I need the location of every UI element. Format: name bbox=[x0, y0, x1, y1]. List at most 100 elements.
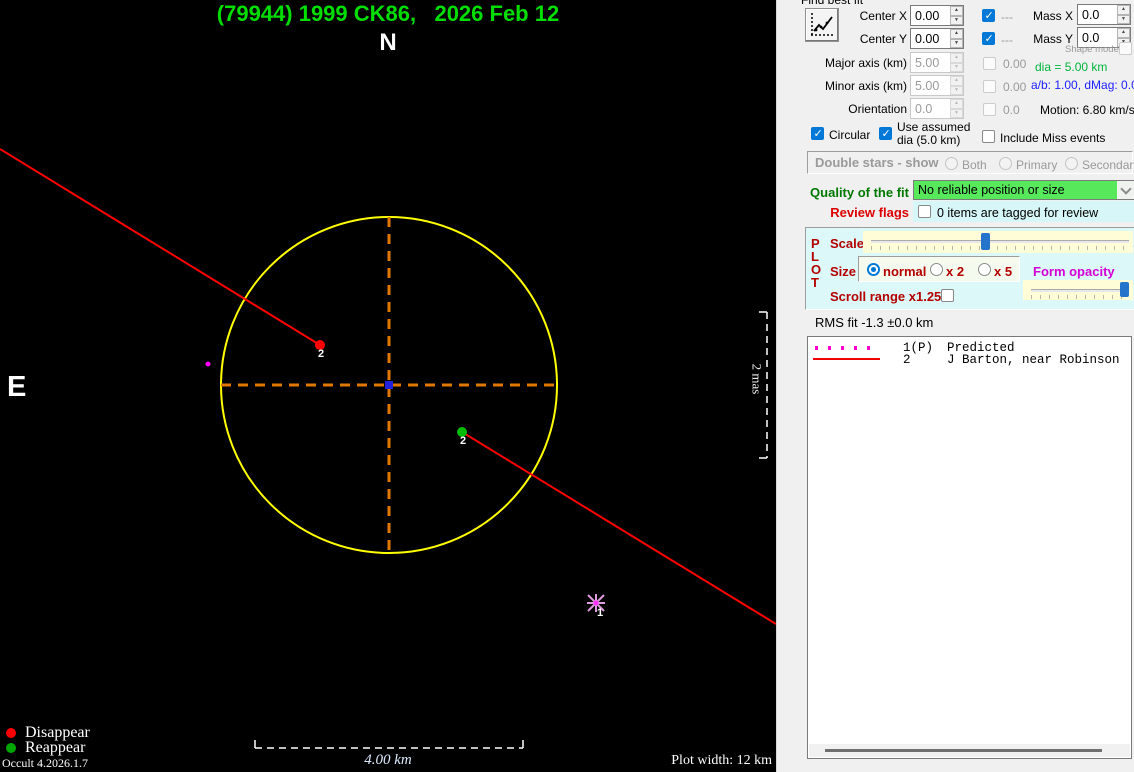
size-x2-label: x 2 bbox=[946, 264, 965, 279]
east-label: E bbox=[7, 371, 27, 403]
size-label: Size bbox=[830, 264, 857, 279]
disappear-point-label: 2 bbox=[318, 348, 325, 360]
km-scale-bar bbox=[254, 740, 524, 749]
center-x-spinner[interactable]: 0.00 ▲ ▼ bbox=[910, 5, 964, 26]
predicted-star-center bbox=[593, 600, 599, 606]
size-normal-radio[interactable] bbox=[867, 263, 880, 276]
major-axis-label: Major axis (km) bbox=[824, 56, 907, 70]
minor-axis-spinner: 5.00 ▲ ▼ bbox=[910, 75, 964, 96]
reappear-point-label: 2 bbox=[460, 435, 467, 447]
review-flags-text: 0 items are tagged for review bbox=[937, 206, 1099, 220]
center-y-label: Center Y bbox=[859, 32, 907, 46]
center-x-dash: --- bbox=[1001, 10, 1013, 24]
chord-line-egress bbox=[461, 431, 776, 625]
center-y-dash: --- bbox=[1001, 33, 1013, 47]
observation-number: 2 bbox=[903, 353, 911, 367]
double-stars-both-label: Both bbox=[962, 158, 987, 172]
shape-model-checkbox[interactable] bbox=[1119, 42, 1132, 55]
spin-up-button[interactable]: ▲ bbox=[1117, 28, 1130, 38]
spin-up-button[interactable]: ▲ bbox=[950, 6, 963, 16]
rms-fit-label: RMS fit -1.3 ±0.0 km bbox=[815, 315, 934, 330]
circular-checkbox[interactable] bbox=[811, 127, 824, 140]
spin-down-button[interactable]: ▼ bbox=[1117, 14, 1130, 24]
minor-axis-value: 5.00 bbox=[915, 79, 940, 93]
plot-title: (79944) 1999 CK86, 2026 Feb 12 bbox=[216, 1, 560, 26]
dia-note: dia = 5.00 km bbox=[1035, 60, 1108, 74]
center-x-checkbox[interactable] bbox=[982, 9, 995, 22]
chord-line-ingress bbox=[0, 148, 321, 346]
use-assumed-dia-checkbox[interactable] bbox=[879, 127, 892, 140]
disappear-dot-icon bbox=[6, 727, 16, 738]
plot-legend: Disappear Reappear bbox=[6, 724, 90, 756]
spin-up-button[interactable]: ▲ bbox=[1117, 5, 1130, 15]
mas-scale-label: 2 mas bbox=[749, 363, 765, 395]
form-opacity-slider-thumb[interactable] bbox=[1120, 282, 1129, 297]
spin-down-button[interactable]: ▼ bbox=[950, 38, 963, 48]
plot-graphics bbox=[0, 148, 776, 749]
size-x5-label: x 5 bbox=[994, 264, 1013, 279]
orientation-aux: 0.0 bbox=[1003, 103, 1020, 117]
observation-name: J Barton, near Robinson bbox=[947, 353, 1120, 367]
double-stars-secondary-label: Secondary bbox=[1082, 158, 1134, 172]
quality-of-fit-value: No reliable position or size bbox=[918, 183, 1065, 197]
ab-note: a/b: 1.00, dMag: 0.00 bbox=[1031, 78, 1134, 92]
quality-of-fit-dropdown[interactable]: No reliable position or size bbox=[913, 180, 1134, 200]
form-opacity-slider[interactable] bbox=[1023, 280, 1133, 300]
orientation-checkbox bbox=[983, 103, 996, 116]
spin-up-button[interactable]: ▲ bbox=[950, 29, 963, 39]
center-y-value[interactable]: 0.00 bbox=[915, 32, 939, 46]
find-best-fit-label: Find best fit bbox=[801, 0, 864, 7]
minor-axis-checkbox bbox=[983, 80, 996, 93]
review-flags-checkbox[interactable] bbox=[918, 205, 931, 218]
km-scale-label: 4.00 km bbox=[364, 752, 412, 768]
fit-control-panel: Find best fit Center X 0.00 ▲▼ --- Mass … bbox=[776, 0, 1134, 772]
motion-note: Motion: 6.80 km/s bbox=[1040, 103, 1134, 117]
center-x-value[interactable]: 0.00 bbox=[915, 9, 939, 23]
center-x-label: Center X bbox=[859, 9, 907, 23]
review-flags-label: Review flags bbox=[830, 205, 909, 220]
legend-reappear-row: Reappear bbox=[6, 739, 90, 756]
mass-x-label: Mass X bbox=[1032, 9, 1073, 23]
reappear-dot-icon bbox=[6, 742, 16, 753]
include-miss-events-checkbox[interactable] bbox=[982, 130, 995, 143]
chevron-down-icon[interactable] bbox=[1117, 181, 1134, 199]
observed-chord-style-icon bbox=[813, 358, 880, 360]
mass-x-spinner[interactable]: 0.0 ▲ ▼ bbox=[1077, 4, 1131, 25]
scale-slider-thumb[interactable] bbox=[981, 233, 990, 250]
orientation-value: 0.0 bbox=[915, 102, 933, 116]
shape-model-label: Shape model bbox=[1065, 44, 1121, 55]
minor-axis-aux: 0.00 bbox=[1003, 80, 1027, 94]
app-version-label: Occult 4.2026.1.7 bbox=[2, 756, 88, 770]
major-axis-aux: 0.00 bbox=[1003, 57, 1027, 71]
occultation-plot-canvas: (79944) 1999 CK86, 2026 Feb 12 N E 2 2 1… bbox=[0, 0, 776, 772]
spin-down-button[interactable]: ▼ bbox=[950, 15, 963, 25]
use-assumed-label-line1: Use assumed bbox=[897, 120, 971, 134]
orientation-spinner: 0.0 ▲ ▼ bbox=[910, 98, 964, 119]
center-y-spinner[interactable]: 0.00 ▲ ▼ bbox=[910, 28, 964, 49]
scroll-range-checkbox[interactable] bbox=[941, 289, 954, 302]
size-normal-label: normal bbox=[883, 264, 927, 279]
circular-label: Circular bbox=[829, 128, 871, 142]
quality-of-fit-label: Quality of the fit bbox=[810, 185, 909, 200]
double-stars-primary-radio bbox=[999, 157, 1012, 170]
occult-fit-window: (79944) 1999 CK86, 2026 Feb 12 N E 2 2 1… bbox=[0, 0, 1134, 772]
horizontal-scrollbar[interactable] bbox=[809, 744, 1130, 757]
mass-y-value[interactable]: 0.0 bbox=[1082, 31, 1099, 45]
scrollbar-thumb[interactable] bbox=[825, 749, 1102, 752]
scale-slider[interactable] bbox=[863, 231, 1133, 253]
orientation-label: Orientation bbox=[848, 102, 907, 116]
north-label: N bbox=[379, 29, 397, 56]
mass-x-value[interactable]: 0.0 bbox=[1082, 8, 1099, 22]
major-axis-spinner: 5.00 ▲ ▼ bbox=[910, 52, 964, 73]
double-stars-primary-label: Primary bbox=[1016, 158, 1058, 172]
predicted-point-label: 1 bbox=[597, 607, 604, 619]
plot-width-note: Plot width: 12 km bbox=[671, 753, 772, 768]
predicted-path-dot bbox=[205, 361, 211, 367]
predicted-chord-style-icon bbox=[815, 346, 875, 350]
size-x5-radio[interactable] bbox=[978, 263, 991, 276]
minor-axis-label: Minor axis (km) bbox=[824, 79, 907, 93]
center-marker bbox=[385, 381, 393, 389]
observations-listbox[interactable]: 1(P) Predicted 2 J Barton, near Robinson bbox=[807, 336, 1132, 759]
size-x2-radio[interactable] bbox=[930, 263, 943, 276]
center-y-checkbox[interactable] bbox=[982, 32, 995, 45]
